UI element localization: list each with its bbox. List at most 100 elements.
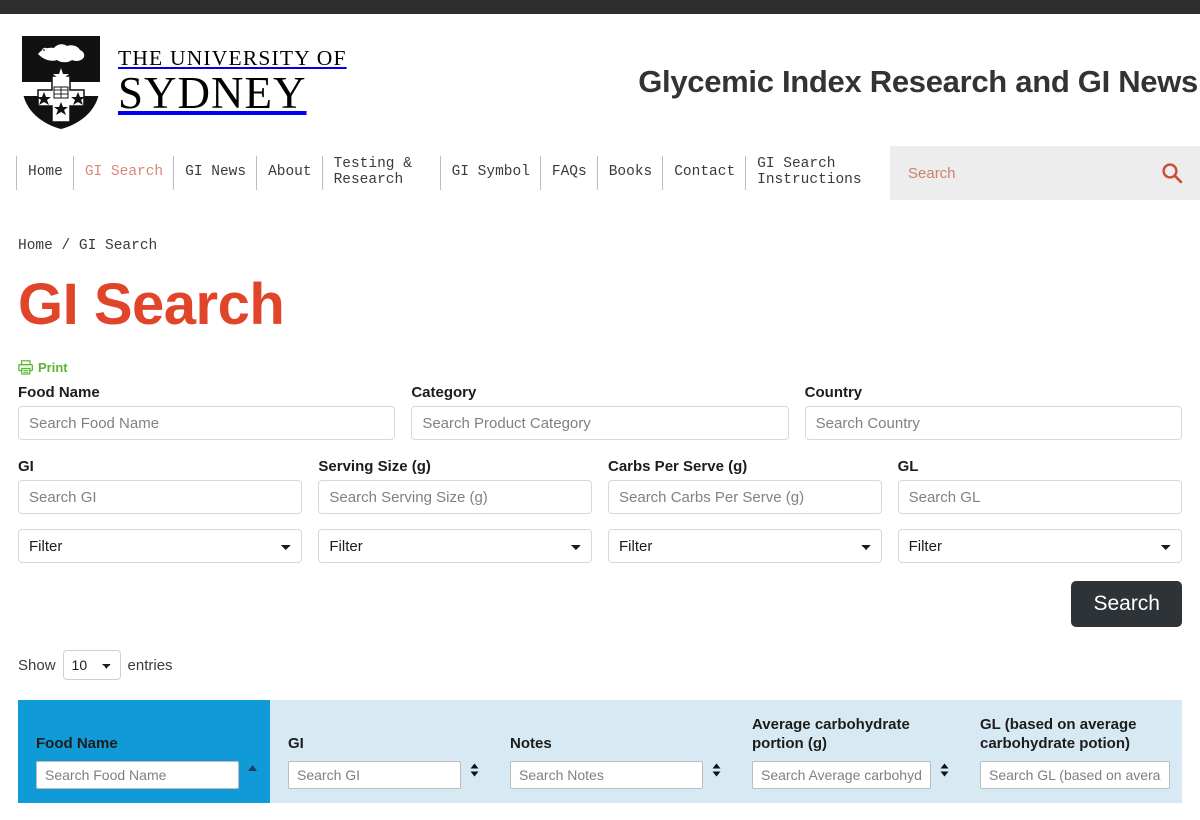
main-navigation-bar: Home GI Search GI News About Testing & R… [0,146,1200,200]
search-icon[interactable] [1160,161,1184,185]
input-food-name[interactable] [18,406,396,440]
select-carbs-per-serve-filter[interactable]: Filter [608,529,882,563]
sort-ascending-icon[interactable] [247,763,258,777]
table-column-gi-inner: GI [288,735,461,789]
table-column-average-carbohydrate-portion[interactable]: Average carbohydrate portion (g) [734,700,962,803]
column-search-food-name[interactable] [36,760,239,789]
sort-both-icon[interactable] [939,763,950,777]
nav-label-testing-and-research: Testing & Research [333,156,412,188]
label-gl: GL [897,458,919,475]
select-serving-size-filter[interactable]: Filter [318,529,592,563]
filter-wrap-serving-size: Filter [318,529,608,563]
input-category[interactable] [411,406,789,440]
search-form-row-1: Food Name Category Country [18,384,1182,440]
table-column-food-name[interactable]: Food Name [18,700,270,803]
nav-label-books: Books [608,164,653,181]
sort-both-icon[interactable] [711,763,722,777]
input-gi[interactable] [18,480,303,514]
breadcrumb-home[interactable]: Home [18,238,53,254]
nav-label-gi-search: GI Search [84,164,164,181]
field-food-name: Food Name [18,384,411,440]
nav-item-home[interactable]: Home [16,156,73,190]
field-serving-size: Serving Size (g) [318,458,608,514]
university-logo-link[interactable]: THE UNIVERSITY OF SYDNEY [18,32,347,132]
nav-item-about[interactable]: About [256,156,322,190]
sort-both-icon[interactable] [469,763,480,777]
nav-label-faqs: FAQs [551,164,587,181]
field-category: Category [411,384,804,440]
table-column-title-gi: GI [288,734,304,752]
nav-label-contact: Contact [674,164,736,181]
label-gi: GI [18,458,34,475]
filter-wrap-gl: Filter [897,529,1182,563]
site-search-input[interactable] [906,163,1160,183]
breadcrumb-current: GI Search [78,238,158,254]
nav-label-about: About [268,164,312,181]
search-submit-button[interactable]: Search [1071,581,1182,627]
select-gi-filter[interactable]: Filter [18,529,303,563]
filter-wrap-gi: Filter [18,529,318,563]
nav-item-gi-news[interactable]: GI News [173,156,256,190]
column-search-average-carbohydrate-portion[interactable] [752,760,931,789]
printer-icon [18,360,34,375]
nav-item-contact[interactable]: Contact [662,156,745,190]
input-carbs-per-serve[interactable] [608,480,882,514]
table-column-notes[interactable]: Notes [492,700,734,803]
university-wordmark: THE UNIVERSITY OF SYDNEY [118,45,347,117]
field-country: Country [804,384,1182,440]
label-carbs-per-serve: Carbs Per Serve (g) [608,458,748,475]
table-column-gl-based-on-average-carbohydrate-potion[interactable]: GL (based on average carbohydrate potion… [962,700,1182,803]
table-column-title-food-name: Food Name [36,734,118,752]
print-label: Print [38,360,68,375]
nav-label-gi-search-instructions: GI Search Instructions [757,156,862,188]
site-title: Glycemic Index Research and GI News [638,64,1198,99]
nav-item-faqs[interactable]: FAQs [539,156,597,190]
table-column-food-name-inner: Food Name [36,735,239,789]
print-link[interactable]: Print [18,360,68,375]
table-column-notes-inner: Notes [510,735,703,789]
entries-label: entries [127,656,173,674]
breadcrumb-separator: / [61,238,71,254]
search-button-row: Search [18,581,1182,627]
field-gl: GL [897,458,1182,514]
table-column-gi[interactable]: GI [270,700,492,803]
nav-item-gi-symbol[interactable]: GI Symbol [439,156,540,190]
column-search-gl-based[interactable] [980,760,1170,789]
results-table-header: Food Name GI Notes [18,700,1182,803]
label-serving-size: Serving Size (g) [318,458,431,475]
table-column-title-gl-based: GL (based on average carbohydrate potion… [980,716,1137,752]
university-crest-icon [22,36,100,129]
nav-item-gi-search[interactable]: GI Search [72,156,173,190]
search-form-filters: Filter Filter Filter Filter [18,529,1182,563]
nav-label-gi-news: GI News [185,164,247,181]
nav-label-gi-symbol: GI Symbol [451,164,530,181]
site-search-box [890,146,1200,200]
breadcrumb: Home / GI Search [18,200,1182,254]
input-serving-size[interactable] [318,480,592,514]
show-entries-control: Show 10 entries [18,650,1182,680]
table-column-average-carbohydrate-portion-inner: Average carbohydrate portion (g) [752,716,931,789]
search-form-row-2: GI Serving Size (g) Carbs Per Serve (g) … [18,458,1182,514]
wordmark-line-1: THE UNIVERSITY OF [118,45,347,70]
field-carbs-per-serve: Carbs Per Serve (g) [608,458,898,514]
table-column-title-average-carbohydrate-portion: Average carbohydrate portion (g) [752,716,910,752]
page-title: GI Search [18,272,285,337]
nav-links: Home GI Search GI News About Testing & R… [0,146,890,200]
nav-item-books[interactable]: Books [596,156,663,190]
label-category: Category [411,384,477,401]
nav-item-gi-search-instructions[interactable]: GI Search Instructions [745,156,863,190]
table-column-gl-based-inner: GL (based on average carbohydrate potion… [980,716,1170,789]
input-gl[interactable] [897,480,1182,514]
page-content: Home / GI Search GI Search Print Food Na… [0,200,1200,803]
nav-item-testing-and-research[interactable]: Testing & Research [321,156,440,190]
input-country[interactable] [804,406,1182,440]
page-length-select[interactable]: 10 [62,650,121,680]
column-search-notes[interactable] [510,760,703,789]
table-column-title-notes: Notes [510,734,552,752]
select-gl-filter[interactable]: Filter [897,529,1182,563]
top-accent-bar [0,0,1200,14]
label-country: Country [804,384,863,401]
field-gi: GI [18,458,318,514]
label-food-name: Food Name [18,384,100,401]
column-search-gi[interactable] [288,760,461,789]
